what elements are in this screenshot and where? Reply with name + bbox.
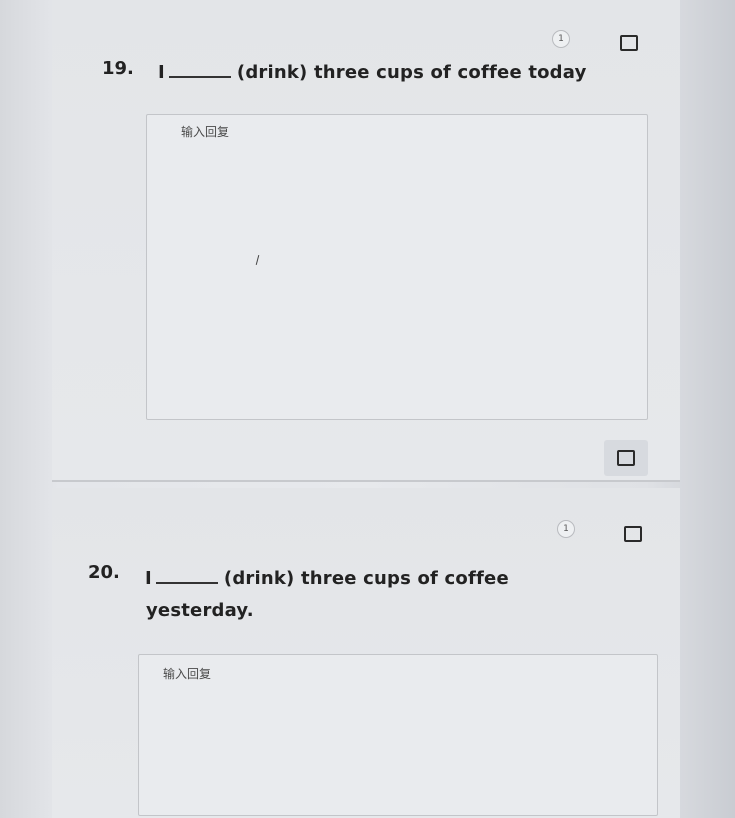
answer-placeholder: 输入回复 (163, 667, 212, 681)
question-subject: I (145, 568, 152, 589)
question-prompt: (drink) three cups of coffee (223, 568, 509, 589)
answer-blank (155, 568, 218, 584)
answer-placeholder: 输入回复 (181, 125, 230, 139)
score-badge-icon: 1 (552, 30, 570, 48)
question-text: I (drink) three cups of coffee (145, 568, 509, 589)
card-divider (52, 480, 680, 482)
answer-input[interactable]: 输入回复 (146, 114, 648, 420)
score-badge-icon: 1 (557, 520, 575, 538)
bookmark-icon[interactable] (620, 35, 638, 51)
question-number: 20. (88, 562, 120, 583)
text-cursor (255, 255, 260, 265)
bookmark-button[interactable] (604, 440, 648, 476)
question-subject: I (158, 62, 165, 83)
answer-blank (168, 62, 231, 78)
question-number: 19. (102, 58, 134, 79)
bookmark-icon[interactable] (624, 526, 642, 542)
answer-input[interactable]: 输入回复 (138, 654, 658, 816)
question-text: I (drink) three cups of coffee today (158, 62, 587, 83)
question-prompt: (drink) three cups of coffee today (236, 62, 587, 83)
question-text-continued: yesterday. (146, 600, 254, 621)
bookmark-icon (617, 450, 635, 466)
